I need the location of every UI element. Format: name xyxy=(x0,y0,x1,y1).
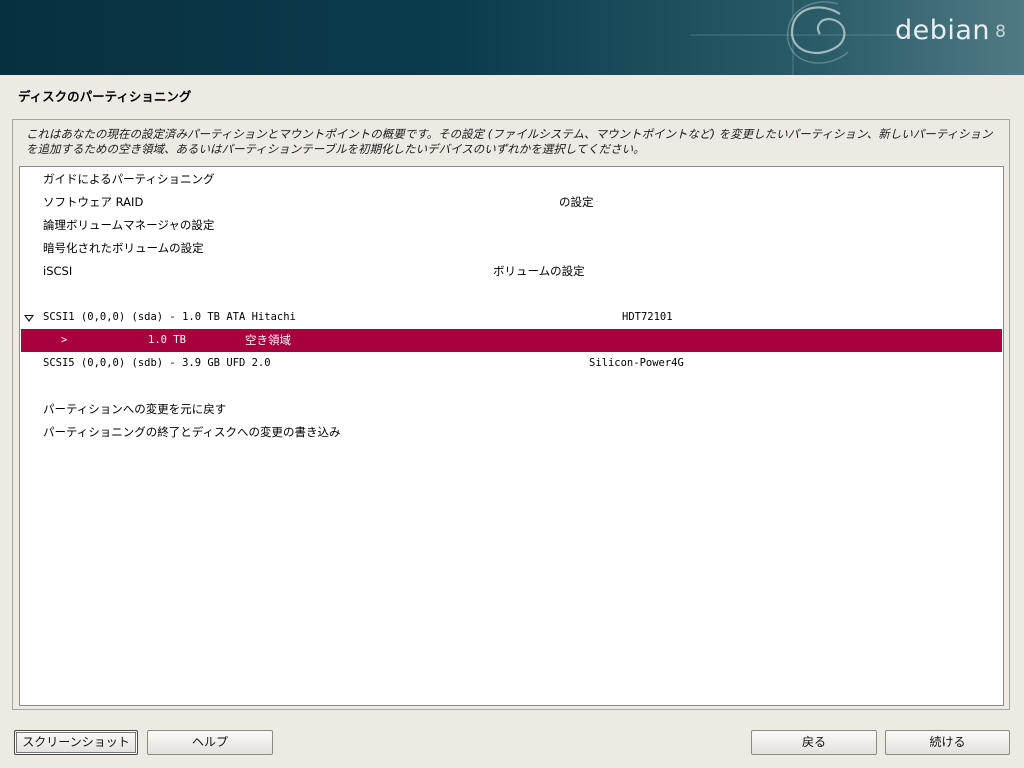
debian-version: 8 xyxy=(995,22,1006,42)
debian-swirl-logo xyxy=(690,0,920,75)
list-item-label: ガイドによるパーティショニング xyxy=(43,172,215,186)
list-item-lvm[interactable]: 論理ボリュームマネージャの設定 xyxy=(21,214,1002,237)
disk-sdb[interactable]: SCSI5 (0,0,0) (sdb) - 3.9 GB UFD 2.0 Sil… xyxy=(21,352,1002,375)
debian-logo-text: debian xyxy=(894,15,990,46)
disk-label: SCSI1 (0,0,0) (sda) - 1.0 TB ATA Hitachi xyxy=(43,311,296,323)
list-item-label: 暗号化されたボリュームの設定 xyxy=(43,241,204,255)
list-item-software-raid[interactable]: ソフトウェア RAID の設定 xyxy=(21,191,1002,214)
debian-banner: debian 8 xyxy=(0,0,1024,75)
list-item-finish-partitioning[interactable]: パーティショニングの終了とディスクへの変更の書き込み xyxy=(21,421,1002,444)
list-item-undo-changes[interactable]: パーティションへの変更を元に戻す xyxy=(21,398,1002,421)
list-item-label: パーティションへの変更を元に戻す xyxy=(43,402,227,416)
expand-triangle-icon[interactable] xyxy=(24,315,34,322)
free-space-size: 1.0 TB xyxy=(148,334,186,346)
disk-model: HDT72101 xyxy=(622,311,673,323)
list-item-label: 論理ボリュームマネージャの設定 xyxy=(43,218,215,232)
continue-button[interactable]: 続ける xyxy=(885,730,1010,755)
help-button[interactable]: ヘルプ xyxy=(147,730,273,755)
list-item-label: パーティショニングの終了とディスクへの変更の書き込み xyxy=(43,425,341,439)
list-item-label: ソフトウェア RAID xyxy=(43,195,144,209)
list-item-iscsi[interactable]: iSCSI ボリュームの設定 xyxy=(21,260,1002,283)
disk-sda[interactable]: SCSI1 (0,0,0) (sda) - 1.0 TB ATA Hitachi… xyxy=(21,306,1002,329)
chevron-right-icon: > xyxy=(61,334,68,346)
description-text: これはあなたの現在の設定済みパーティションとマウントポイントの概要です。その設定… xyxy=(26,127,993,156)
list-item-guided-partitioning[interactable]: ガイドによるパーティショニング xyxy=(21,168,1002,191)
screenshot-button[interactable]: スクリーンショット xyxy=(14,730,138,755)
list-item-encrypted-volumes[interactable]: 暗号化されたボリュームの設定 xyxy=(21,237,1002,260)
back-button[interactable]: 戻る xyxy=(751,730,877,755)
list-item-label: iSCSI xyxy=(43,264,73,278)
partition-list[interactable]: ガイドによるパーティショニング ソフトウェア RAID の設定 論理ボリュームマ… xyxy=(19,166,1004,706)
free-space-label: 空き領域 xyxy=(245,333,291,347)
page-title: ディスクのパーティショニング xyxy=(18,89,192,104)
free-space-row[interactable]: > 1.0 TB 空き領域 xyxy=(21,329,1002,352)
disk-model: Silicon-Power4G xyxy=(589,357,684,369)
list-item-extra: の設定 xyxy=(559,195,594,209)
list-item-extra: ボリュームの設定 xyxy=(493,264,585,278)
disk-label: SCSI5 (0,0,0) (sdb) - 3.9 GB UFD 2.0 xyxy=(43,357,271,369)
